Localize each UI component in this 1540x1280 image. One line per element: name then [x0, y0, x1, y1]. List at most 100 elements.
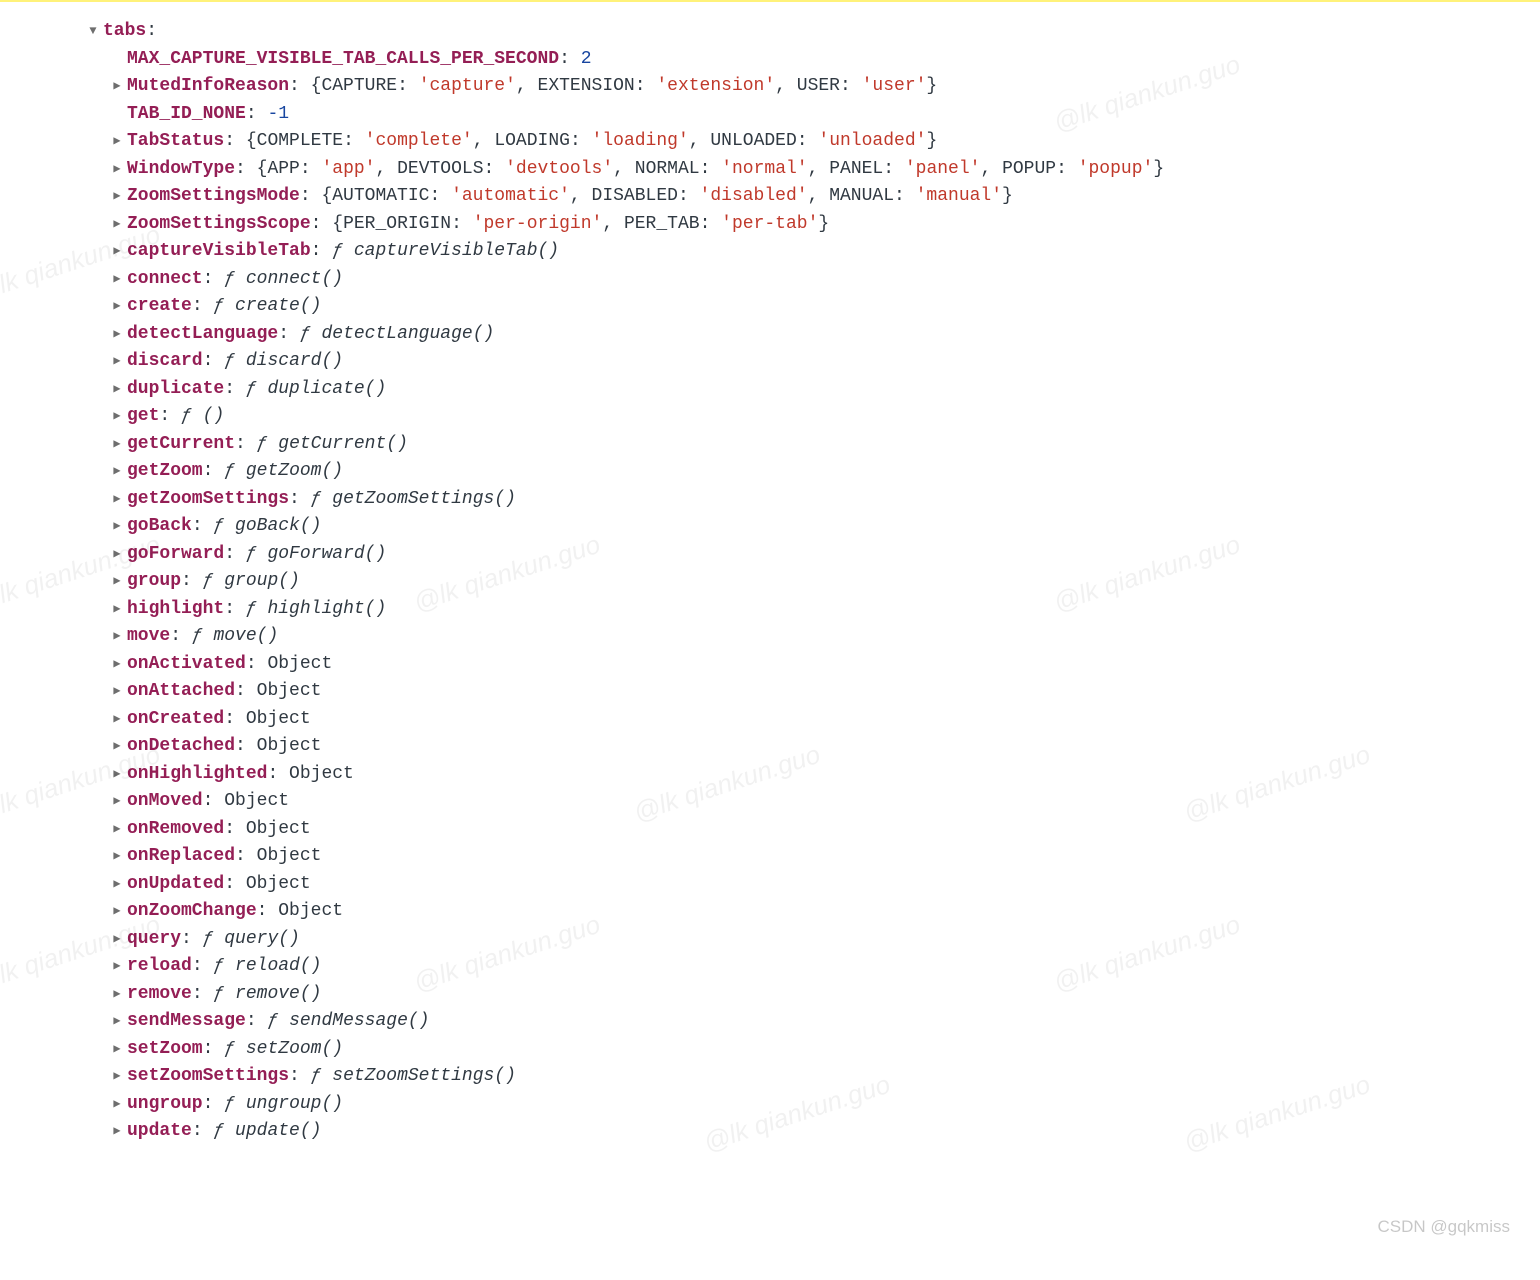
colon: : — [224, 874, 246, 894]
tree-row[interactable]: ▶WindowType: {APP: 'app', DEVTOOLS: 'dev… — [110, 156, 1164, 184]
function-name: detectLanguage() — [321, 324, 494, 344]
chevron-right-icon[interactable]: ▶ — [110, 1118, 124, 1146]
tree-row[interactable]: ▶captureVisibleTab: ƒ captureVisibleTab(… — [110, 238, 1164, 266]
tree-row[interactable]: ▶onDetached: Object — [110, 733, 1164, 761]
enum-value: 'normal' — [721, 159, 807, 179]
chevron-right-icon[interactable]: ▶ — [110, 431, 124, 459]
chevron-right-icon[interactable]: ▶ — [110, 678, 124, 706]
chevron-right-icon[interactable]: ▶ — [110, 183, 124, 211]
chevron-down-icon[interactable]: ▼ — [86, 18, 100, 46]
chevron-right-icon[interactable]: ▶ — [110, 486, 124, 514]
tree-row[interactable]: ▶goBack: ƒ goBack() — [110, 513, 1164, 541]
chevron-right-icon[interactable]: ▶ — [110, 238, 124, 266]
tree-row[interactable]: ▶update: ƒ update() — [110, 1118, 1164, 1146]
chevron-right-icon[interactable]: ▶ — [110, 348, 124, 376]
chevron-right-icon[interactable]: ▶ — [110, 981, 124, 1009]
chevron-right-icon[interactable]: ▶ — [110, 898, 124, 926]
enum-value: 'per-tab' — [721, 214, 818, 234]
tree-row[interactable]: MAX_CAPTURE_VISIBLE_TAB_CALLS_PER_SECOND… — [110, 46, 1164, 74]
tree-row[interactable]: ▶onZoomChange: Object — [110, 898, 1164, 926]
function-icon: ƒ — [257, 434, 268, 454]
chevron-right-icon[interactable]: ▶ — [110, 266, 124, 294]
tree-row[interactable]: ▶sendMessage: ƒ sendMessage() — [110, 1008, 1164, 1036]
tree-row[interactable]: ▶remove: ƒ remove() — [110, 981, 1164, 1009]
tree-row[interactable]: ▶ZoomSettingsScope: {PER_ORIGIN: 'per-or… — [110, 211, 1164, 239]
chevron-right-icon[interactable]: ▶ — [110, 788, 124, 816]
tree-row[interactable]: TAB_ID_NONE: -1 — [110, 101, 1164, 129]
tree-row[interactable]: ▶discard: ƒ discard() — [110, 348, 1164, 376]
chevron-right-icon[interactable]: ▶ — [110, 376, 124, 404]
colon: : — [192, 1121, 214, 1141]
tree-row[interactable]: ▶ungroup: ƒ ungroup() — [110, 1091, 1164, 1119]
chevron-right-icon[interactable]: ▶ — [110, 156, 124, 184]
tree-row[interactable]: ▶reload: ƒ reload() — [110, 953, 1164, 981]
chevron-right-icon[interactable]: ▶ — [110, 706, 124, 734]
chevron-right-icon[interactable]: ▶ — [110, 761, 124, 789]
chevron-right-icon[interactable]: ▶ — [110, 843, 124, 871]
function-name: create() — [235, 296, 321, 316]
function-icon: ƒ — [246, 544, 257, 564]
colon: : — [170, 626, 192, 646]
brace-close: } — [1153, 159, 1164, 179]
tree-row[interactable]: ▶MutedInfoReason: {CAPTURE: 'capture', E… — [110, 73, 1164, 101]
tree-row[interactable]: ▶group: ƒ group() — [110, 568, 1164, 596]
tree-row[interactable]: ▶onHighlighted: Object — [110, 761, 1164, 789]
tree-row[interactable]: ▶duplicate: ƒ duplicate() — [110, 376, 1164, 404]
enum-key: DEVTOOLS — [397, 159, 483, 179]
chevron-right-icon[interactable]: ▶ — [110, 293, 124, 321]
colon: : — [257, 901, 279, 921]
chevron-right-icon[interactable]: ▶ — [110, 73, 124, 101]
chevron-right-icon[interactable]: ▶ — [110, 541, 124, 569]
function-icon: ƒ — [224, 269, 235, 289]
chevron-right-icon[interactable]: ▶ — [110, 211, 124, 239]
chevron-right-icon[interactable]: ▶ — [110, 568, 124, 596]
chevron-right-icon[interactable]: ▶ — [110, 128, 124, 156]
chevron-right-icon[interactable]: ▶ — [110, 596, 124, 624]
chevron-right-icon[interactable]: ▶ — [110, 953, 124, 981]
chevron-right-icon[interactable]: ▶ — [110, 871, 124, 899]
tree-row[interactable]: ▶getZoomSettings: ƒ getZoomSettings() — [110, 486, 1164, 514]
chevron-right-icon[interactable]: ▶ — [110, 733, 124, 761]
chevron-right-icon[interactable]: ▶ — [110, 1063, 124, 1091]
tree-row[interactable]: ▶onMoved: Object — [110, 788, 1164, 816]
chevron-right-icon[interactable]: ▶ — [110, 816, 124, 844]
chevron-right-icon[interactable]: ▶ — [110, 513, 124, 541]
tree-row[interactable]: ▶getZoom: ƒ getZoom() — [110, 458, 1164, 486]
tree-row[interactable]: ▶getCurrent: ƒ getCurrent() — [110, 431, 1164, 459]
chevron-right-icon[interactable]: ▶ — [110, 458, 124, 486]
colon: : — [192, 984, 214, 1004]
tree-row[interactable]: ▶highlight: ƒ highlight() — [110, 596, 1164, 624]
colon: : — [397, 76, 419, 96]
tree-row[interactable]: ▶goForward: ƒ goForward() — [110, 541, 1164, 569]
chevron-right-icon[interactable]: ▶ — [110, 1008, 124, 1036]
chevron-right-icon[interactable]: ▶ — [110, 623, 124, 651]
tree-row[interactable]: ▶onRemoved: Object — [110, 816, 1164, 844]
tree-row[interactable]: ▶onUpdated: Object — [110, 871, 1164, 899]
chevron-right-icon[interactable]: ▶ — [110, 403, 124, 431]
tree-row[interactable]: ▶TabStatus: {COMPLETE: 'complete', LOADI… — [110, 128, 1164, 156]
function-name: move() — [213, 626, 278, 646]
tree-row[interactable]: ▶setZoomSettings: ƒ setZoomSettings() — [110, 1063, 1164, 1091]
chevron-right-icon[interactable]: ▶ — [110, 651, 124, 679]
tree-row[interactable]: ▶onAttached: Object — [110, 678, 1164, 706]
tree-row[interactable]: ▶get: ƒ () — [110, 403, 1164, 431]
comma: , — [980, 159, 1002, 179]
tree-row[interactable]: ▶ZoomSettingsMode: {AUTOMATIC: 'automati… — [110, 183, 1164, 211]
property-key: detectLanguage — [127, 324, 278, 344]
tree-row[interactable]: ▶connect: ƒ connect() — [110, 266, 1164, 294]
tree-row[interactable]: ▶query: ƒ query() — [110, 926, 1164, 954]
chevron-right-icon[interactable]: ▶ — [110, 1091, 124, 1119]
tree-row[interactable]: ▶onReplaced: Object — [110, 843, 1164, 871]
chevron-right-icon[interactable]: ▶ — [110, 1036, 124, 1064]
tree-row[interactable]: ▶onActivated: Object — [110, 651, 1164, 679]
tree-row[interactable]: ▶onCreated: Object — [110, 706, 1164, 734]
chevron-right-icon[interactable]: ▶ — [110, 321, 124, 349]
tree-row[interactable]: ▶setZoom: ƒ setZoom() — [110, 1036, 1164, 1064]
tree-root-row[interactable]: ▼tabs: — [86, 18, 1164, 46]
function-icon: ƒ — [213, 296, 224, 316]
property-key: onZoomChange — [127, 901, 257, 921]
tree-row[interactable]: ▶create: ƒ create() — [110, 293, 1164, 321]
tree-row[interactable]: ▶move: ƒ move() — [110, 623, 1164, 651]
chevron-right-icon[interactable]: ▶ — [110, 926, 124, 954]
tree-row[interactable]: ▶detectLanguage: ƒ detectLanguage() — [110, 321, 1164, 349]
